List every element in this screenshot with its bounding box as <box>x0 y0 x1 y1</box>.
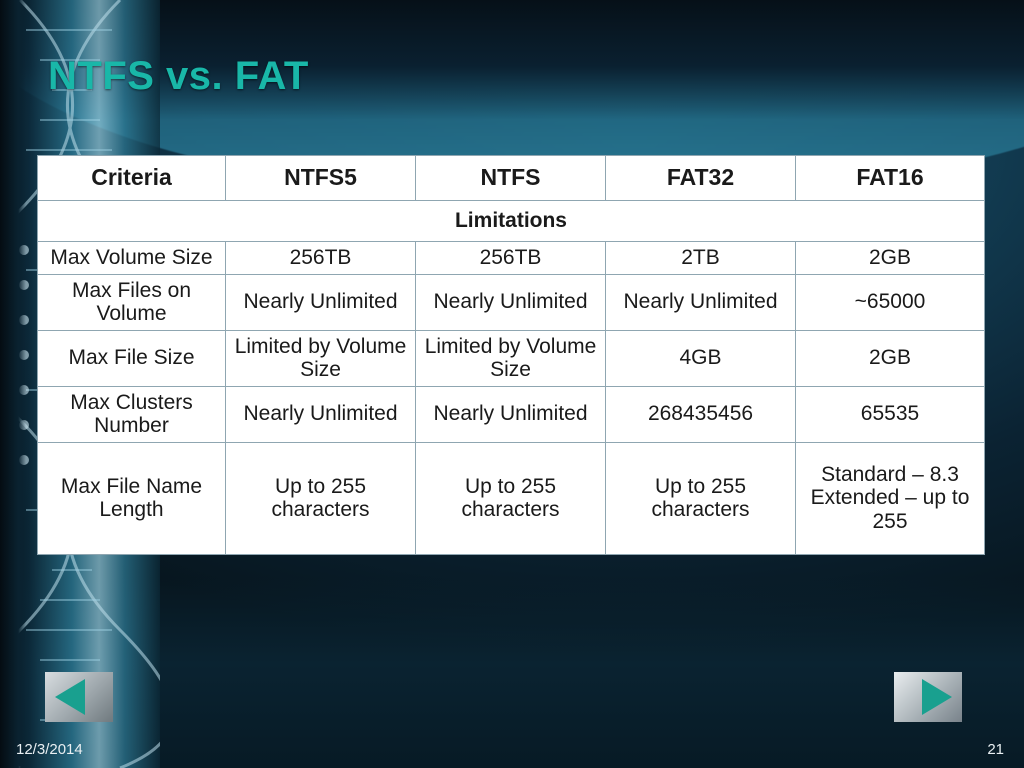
triangle-left-icon <box>55 679 85 715</box>
row-value-fat32: 2TB <box>605 241 796 275</box>
row-value-ntfs: Nearly Unlimited <box>415 385 606 443</box>
row-value-fat32: 268435456 <box>605 385 796 443</box>
row-value-ntfs: Limited by Volume Size <box>415 329 606 387</box>
row-value-ntfs5: Limited by Volume Size <box>225 329 416 387</box>
row-value-fat16: 2GB <box>795 241 985 275</box>
row-value-ntfs5: Nearly Unlimited <box>225 385 416 443</box>
page-title: NTFS vs. FAT <box>48 54 309 98</box>
row-value-ntfs5: Nearly Unlimited <box>225 273 416 331</box>
column-header-ntfs: NTFS <box>415 155 606 201</box>
row-value-ntfs: Nearly Unlimited <box>415 273 606 331</box>
row-criteria: Max Files on Volume <box>37 273 226 331</box>
table-row: Max File Size Limited by Volume Size Lim… <box>37 329 985 387</box>
row-criteria: Max Volume Size <box>37 241 226 275</box>
row-value-fat16: ~65000 <box>795 273 985 331</box>
row-value-ntfs5: 256TB <box>225 241 416 275</box>
row-value-fat32: Up to 255 characters <box>605 441 796 555</box>
row-value-fat16: Standard – 8.3 Extended – up to 255 <box>795 441 985 555</box>
column-header-fat32: FAT32 <box>605 155 796 201</box>
table-header-row: Criteria NTFS5 NTFS FAT32 FAT16 <box>37 155 985 201</box>
table-row: Max Volume Size 256TB 256TB 2TB 2GB <box>37 241 985 275</box>
row-value-fat32: 4GB <box>605 329 796 387</box>
row-criteria: Max File Name Length <box>37 441 226 555</box>
row-value-fat16: 2GB <box>795 329 985 387</box>
column-header-ntfs5: NTFS5 <box>225 155 416 201</box>
comparison-table: Criteria NTFS5 NTFS FAT32 FAT16 Limitati… <box>37 155 985 555</box>
next-slide-button[interactable] <box>894 672 962 722</box>
row-criteria: Max Clusters Number <box>37 385 226 443</box>
triangle-right-icon <box>922 679 952 715</box>
section-label-limitations: Limitations <box>37 200 985 242</box>
table-row: Max File Name Length Up to 255 character… <box>37 441 985 555</box>
left-edge-shadow <box>0 0 26 768</box>
row-value-ntfs: 256TB <box>415 241 606 275</box>
row-value-ntfs5: Up to 255 characters <box>225 441 416 555</box>
table-section-row: Limitations <box>37 200 985 242</box>
footer-date: 12/3/2014 <box>16 741 83 758</box>
column-header-criteria: Criteria <box>37 155 226 201</box>
row-value-fat32: Nearly Unlimited <box>605 273 796 331</box>
row-criteria: Max File Size <box>37 329 226 387</box>
table-row: Max Clusters Number Nearly Unlimited Nea… <box>37 385 985 443</box>
row-value-fat16: 65535 <box>795 385 985 443</box>
footer-page-number: 21 <box>987 741 1004 758</box>
column-header-fat16: FAT16 <box>795 155 985 201</box>
table-row: Max Files on Volume Nearly Unlimited Nea… <box>37 273 985 331</box>
slide: NTFS vs. FAT Criteria NTFS5 NTFS FAT32 F… <box>0 0 1024 768</box>
previous-slide-button[interactable] <box>45 672 113 722</box>
row-value-ntfs: Up to 255 characters <box>415 441 606 555</box>
